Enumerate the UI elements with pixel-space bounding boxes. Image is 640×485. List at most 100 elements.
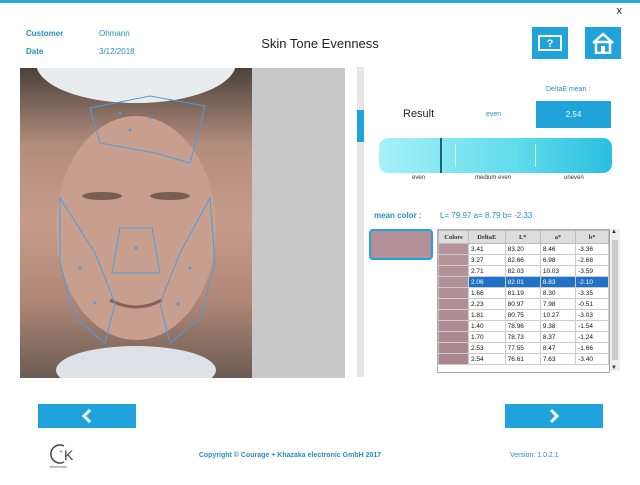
table-row[interactable]: 2.54 76.61 7.63 -3.40 — [438, 353, 609, 365]
top-accent-bar — [0, 0, 640, 3]
help-button[interactable]: ? — [532, 27, 568, 59]
col-header-a: a* — [539, 230, 577, 244]
col-header-colors: Colors — [438, 230, 469, 244]
l-cell: 82.03 — [504, 265, 541, 277]
a-cell: 8.30 — [539, 287, 577, 299]
deltae-cell: 2.23 — [468, 298, 506, 310]
table-row[interactable]: 1.81 80.75 10.27 -3.03 — [438, 309, 609, 321]
color-swatch-cell — [438, 287, 469, 299]
b-cell: -1.66 — [575, 342, 609, 354]
next-button[interactable] — [505, 404, 603, 428]
deltae-cell: 2.71 — [468, 265, 506, 277]
scroll-up-icon[interactable]: ▲ — [611, 229, 617, 235]
table-scroll-thumb[interactable] — [612, 240, 618, 360]
a-cell: 8.37 — [539, 331, 577, 343]
col-header-deltae: DeltaE — [468, 230, 506, 244]
version-text: Version: 1.0.2.1 — [510, 452, 559, 459]
scale-divider-2 — [535, 144, 536, 167]
b-cell: -3.36 — [575, 243, 609, 255]
scale-label-even: even — [412, 175, 426, 181]
page-title: Skin Tone Evenness — [261, 36, 379, 51]
image-side-panel — [252, 68, 345, 378]
color-swatch-cell — [438, 309, 469, 321]
b-cell: -1.54 — [575, 320, 609, 332]
table-header-row: Colors DeltaE L* a* b* — [438, 230, 609, 244]
b-cell: -2.10 — [575, 276, 609, 288]
color-swatch-cell — [438, 276, 469, 288]
color-swatch-cell — [438, 254, 469, 266]
table-row[interactable]: 2.06 82.01 8.83 -2.10 — [438, 276, 609, 288]
deltae-mean-label: DeltaE mean : — [546, 86, 591, 93]
l-cell: 78.73 — [504, 331, 541, 343]
mean-color-swatch — [369, 229, 433, 260]
image-scroll-thumb[interactable] — [357, 110, 364, 142]
svg-text:K: K — [64, 447, 74, 463]
color-swatch-cell — [438, 298, 469, 310]
deltae-cell: 2.53 — [468, 342, 506, 354]
l-cell: 80.75 — [504, 309, 541, 321]
b-cell: -1.24 — [575, 331, 609, 343]
result-status: even — [486, 111, 502, 118]
color-swatch-cell — [438, 265, 469, 277]
b-cell: -3.59 — [575, 265, 609, 277]
logo-subtext: electronic — [50, 464, 68, 469]
l-cell: 82.01 — [504, 276, 541, 288]
col-header-l: L* — [504, 230, 541, 244]
a-cell: 7.63 — [539, 353, 577, 365]
deltae-cell: 3.27 — [468, 254, 506, 266]
a-cell: 8.46 — [539, 243, 577, 255]
color-swatch-cell — [438, 342, 469, 354]
l-cell: 80.97 — [504, 298, 541, 310]
ck-logo: + K electronic — [46, 442, 80, 470]
table-row[interactable]: 3.41 83.20 8.46 -3.36 — [438, 243, 609, 255]
deltae-cell: 2.54 — [468, 353, 506, 365]
color-swatch-cell — [438, 243, 469, 255]
chevron-left-icon — [81, 408, 92, 424]
scale-label-uneven: uneven — [564, 175, 584, 181]
a-cell: 10.03 — [539, 265, 577, 277]
table-row[interactable]: 3.27 82.66 6.98 -2.68 — [438, 254, 609, 266]
b-cell: -3.35 — [575, 287, 609, 299]
table-row[interactable]: 1.70 78.73 8.37 -1.24 — [438, 331, 609, 343]
previous-button[interactable] — [38, 404, 136, 428]
table-row[interactable]: 2.23 80.97 7.98 -0.51 — [438, 298, 609, 310]
help-question-icon: ? — [538, 35, 562, 51]
deltae-cell: 1.81 — [468, 309, 506, 321]
evenness-scale-bar — [379, 138, 612, 173]
b-cell: -3.03 — [575, 309, 609, 321]
scale-divider-1 — [455, 144, 456, 167]
svg-text:+: + — [59, 449, 63, 456]
deltae-cell: 3.41 — [468, 243, 506, 255]
l-cell: 77.55 — [504, 342, 541, 354]
close-button[interactable]: x — [617, 5, 623, 17]
a-cell: 8.83 — [539, 276, 577, 288]
date-value: 3/12/2018 — [99, 47, 135, 56]
home-button[interactable] — [585, 27, 621, 59]
scroll-down-icon[interactable]: ▼ — [611, 365, 617, 371]
table-row[interactable]: 1.66 81.19 8.30 -3.35 — [438, 287, 609, 299]
mean-color-label: mean color : — [374, 211, 422, 220]
b-cell: -0.51 — [575, 298, 609, 310]
l-cell: 78.96 — [504, 320, 541, 332]
color-swatch-cell — [438, 331, 469, 343]
table-row[interactable]: 2.71 82.03 10.03 -3.59 — [438, 265, 609, 277]
a-cell: 9.38 — [539, 320, 577, 332]
l-cell: 83.20 — [504, 243, 541, 255]
deltae-cell: 1.40 — [468, 320, 506, 332]
a-cell: 6.98 — [539, 254, 577, 266]
l-cell: 76.61 — [504, 353, 541, 365]
deltae-cell: 2.06 — [468, 276, 506, 288]
date-label: Date — [26, 47, 44, 56]
deltae-cell: 1.66 — [468, 287, 506, 299]
a-cell: 8.47 — [539, 342, 577, 354]
color-table[interactable]: Colors DeltaE L* a* b* 3.41 83.20 8.46 -3.3… — [437, 229, 610, 373]
b-cell: -3.40 — [575, 353, 609, 365]
l-cell: 81.19 — [504, 287, 541, 299]
chevron-right-icon — [549, 408, 560, 424]
face-image — [20, 68, 252, 378]
b-cell: -2.68 — [575, 254, 609, 266]
table-row[interactable]: 1.40 78.96 9.38 -1.54 — [438, 320, 609, 332]
table-row[interactable]: 2.53 77.55 8.47 -1.66 — [438, 342, 609, 354]
col-header-b: b* — [575, 230, 609, 244]
customer-label: Customer — [26, 29, 64, 38]
